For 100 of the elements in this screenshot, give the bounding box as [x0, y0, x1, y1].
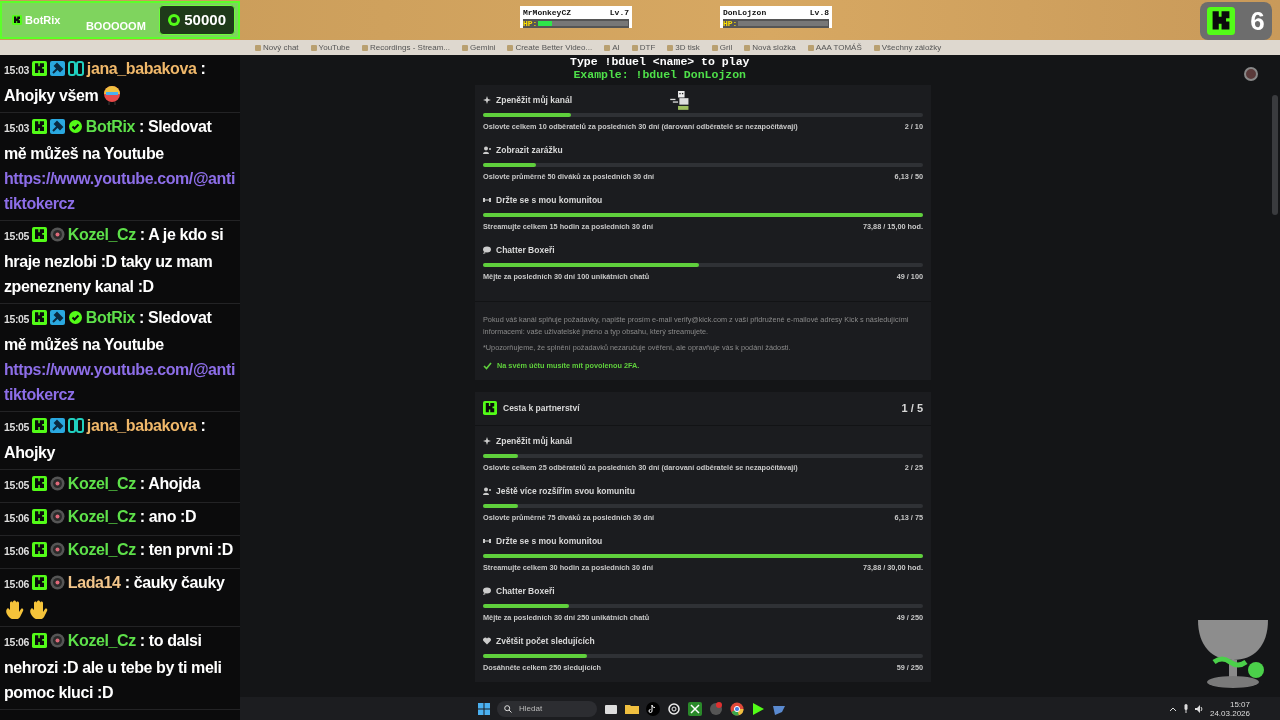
clock-date: 24.03.2026 [1209, 708, 1250, 718]
person-plus-icon [483, 146, 491, 154]
chat-separator: : [200, 417, 206, 434]
chat-separator: : [139, 541, 145, 558]
requirement-title: Chatter Boxeři [496, 585, 555, 596]
chat-bubble-icon [483, 586, 491, 595]
user-avatar[interactable] [1244, 67, 1258, 81]
kick-badge-icon [31, 633, 47, 648]
vinyl-badge-icon [49, 476, 65, 491]
chat-username[interactable]: jana_babakova [86, 417, 197, 434]
player-level: Lv.7 [609, 7, 629, 19]
bookmark[interactable]: Všechny záložky [873, 41, 942, 54]
message-time: 15:06 [4, 578, 29, 590]
message-time: 15:05 [4, 230, 29, 242]
vinyl-badge-icon [49, 509, 65, 524]
coin-icon [168, 14, 181, 26]
chat-username[interactable]: Kozel_Cz [67, 508, 136, 525]
music-note-icon[interactable] [646, 701, 660, 716]
scrollbar[interactable] [1272, 95, 1278, 215]
message-time: 15:03 [4, 122, 29, 134]
requirement-title: Zobrazit zarážku [496, 145, 563, 155]
bookmark[interactable]: Nový chat [255, 41, 299, 54]
bookmark[interactable]: Gril [711, 41, 733, 54]
chat-message: Sledovat [148, 118, 212, 135]
chat-username[interactable]: Kozel_Cz [67, 632, 136, 649]
bookmark[interactable]: Gemini [462, 41, 496, 54]
chat-message: čauky čauky [133, 574, 225, 591]
message-time: 15:06 [4, 636, 29, 648]
windows-start-icon[interactable] [478, 702, 490, 715]
requirement-title: Zvětšit počet sledujících [496, 635, 595, 646]
hammer-badge-icon [49, 61, 65, 76]
play-icon[interactable] [751, 701, 765, 716]
chat-username[interactable]: Kozel_Cz [67, 226, 136, 243]
chat-username[interactable]: Kozel_Cz [67, 541, 136, 558]
chat-message: Sledovat [148, 309, 212, 326]
sparkle-icon [483, 436, 491, 445]
chat-separator: : [139, 632, 145, 649]
chat-username[interactable]: Kozel_Cz [67, 475, 136, 492]
message-time: 15:03 [4, 64, 29, 76]
card-title: Cesta k partnerství [503, 401, 580, 415]
bookmark[interactable]: DTF [631, 41, 656, 54]
chat-separator: : [139, 226, 145, 243]
verified-badge-icon [67, 119, 83, 134]
player-name: DonLojzon [723, 7, 767, 19]
kick-badge-icon [31, 310, 47, 325]
waving-hand-icon [28, 599, 49, 619]
kick-badge-icon [31, 575, 47, 590]
microphone-icon[interactable] [1182, 704, 1189, 713]
verified-badge-icon [67, 310, 83, 325]
chat-link[interactable]: https://www.youtube.com/@antitiktokercz [4, 357, 236, 407]
requirement-title: Držte se s mou komunitou [496, 535, 603, 546]
bookmark[interactable]: YouTube [310, 41, 350, 54]
chat-link[interactable]: https://www.youtube.com/@antitiktokercz [4, 166, 236, 216]
dumbbell-icon [483, 536, 491, 545]
bookmark[interactable]: 3D tisk [667, 41, 700, 54]
person-plus-icon [483, 486, 491, 495]
dumbbell-icon [483, 196, 491, 204]
chat-separator: : [139, 118, 144, 135]
progress-count: 1 / 5 [901, 401, 923, 416]
chat-username[interactable]: jana_babakova [86, 60, 197, 77]
chat-message: Ahojky [4, 444, 55, 461]
chat-message: ano :D [148, 508, 197, 525]
browser-icon[interactable] [730, 701, 744, 716]
chat-message: Ahojda [148, 475, 201, 492]
speaker-icon[interactable] [1194, 704, 1204, 713]
search-field[interactable]: Hledat [497, 700, 597, 717]
duel-instruction: Example: !bduel DonLojzon [572, 68, 747, 81]
clock-time: 15:07 [1228, 699, 1250, 709]
chat-separator: : [200, 60, 206, 77]
kick-badge-icon [31, 61, 47, 76]
chat-message: A je kdo si [148, 226, 224, 243]
og-badge-icon [67, 61, 84, 76]
requirement-title: Držte se s mou komunitou [496, 195, 603, 205]
xbox-icon[interactable] [688, 701, 702, 716]
chat-message: mě můžeš na Youtube [4, 335, 165, 355]
chat-username[interactable]: BotRix [85, 309, 135, 326]
requirement-title: Ještě více rozšířím svou komunitu [496, 485, 635, 496]
chat-separator: : [124, 574, 130, 591]
chat-username[interactable]: BotRix [85, 118, 135, 135]
vinyl-badge-icon [49, 575, 65, 590]
requirement-title: Chatter Boxeři [496, 245, 555, 255]
alert-username: BotRix [25, 12, 61, 28]
hp-label: HP: [723, 17, 738, 30]
chat-message: ten prvni :D [148, 541, 233, 558]
vinyl-badge-icon [49, 542, 65, 557]
chevron-up-icon[interactable] [1168, 705, 1177, 712]
hammer-badge-icon [49, 310, 65, 325]
hammer-badge-icon [49, 418, 65, 433]
player-name: MrMonkeyCZ [523, 7, 571, 19]
bookmark[interactable]: AAA TOMÁŠ [807, 41, 862, 54]
bookmark[interactable]: AI [604, 41, 620, 54]
kick-badge-icon [31, 509, 47, 524]
record-icon[interactable] [709, 701, 723, 716]
chat-username[interactable]: Lada14 [67, 574, 121, 591]
bookmark[interactable]: Recordings - Stream... [362, 41, 451, 54]
bookmark[interactable]: Nová složka [744, 41, 796, 54]
chat-bubble-icon [483, 246, 491, 254]
requirement-title: Zpeněžit můj kanál [496, 95, 573, 105]
bookmark[interactable]: Create Better Video... [507, 41, 593, 54]
player-level: Lv.8 [809, 7, 829, 19]
